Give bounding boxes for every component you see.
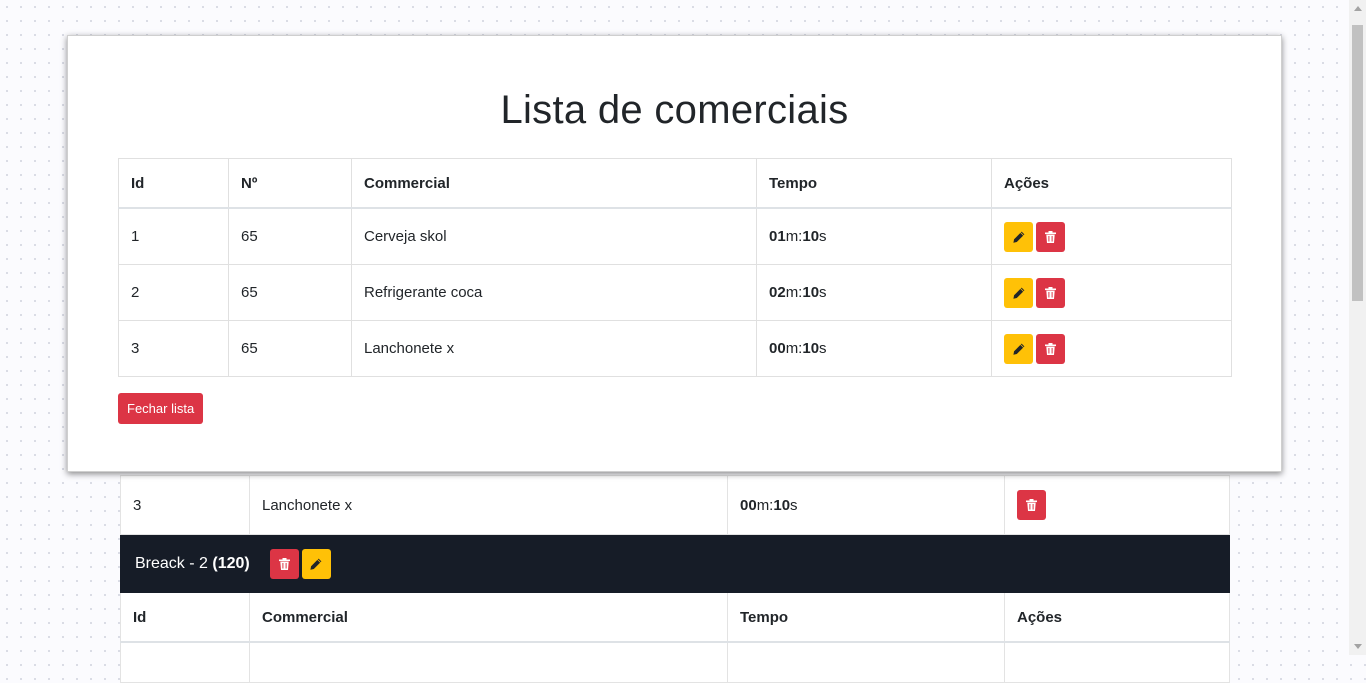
pencil-icon	[1012, 287, 1024, 299]
table-row: 3 Lanchonete x 00m:10s	[120, 475, 1230, 535]
edit-button[interactable]	[1004, 333, 1033, 364]
row-tempo: 00m:10s	[727, 475, 1005, 535]
delete-button[interactable]	[1036, 221, 1065, 252]
row-actions	[1004, 475, 1230, 535]
commercials-modal: Lista de comerciais Id Nº Commercial Tem…	[67, 35, 1282, 472]
cell-commercial: Lanchonete x	[351, 320, 757, 377]
cell-numero: 65	[228, 320, 352, 377]
trash-icon	[1045, 286, 1056, 299]
cell-id: 1	[118, 207, 229, 265]
scroll-down-arrow-icon[interactable]	[1349, 638, 1366, 655]
cell-actions	[991, 207, 1232, 265]
column-header-tempo: Tempo	[727, 592, 1005, 643]
column-header-id: Id	[120, 592, 250, 643]
break-label: Breack - 2 (120)	[135, 555, 250, 572]
table-row: 1 65 Cerveja skol 01m:10s	[118, 207, 1232, 265]
edit-break-button[interactable]	[301, 549, 331, 579]
cell-numero: 65	[228, 264, 352, 321]
trash-icon	[1045, 230, 1056, 243]
column-header-commercial: Commercial	[249, 592, 728, 643]
break-header-bar: Breack - 2 (120)	[120, 535, 1230, 593]
pencil-icon	[310, 558, 322, 570]
cell-tempo: 01m:10s	[756, 207, 992, 265]
row-id: 3	[120, 475, 250, 535]
table-row: 3 65 Lanchonete x 00m:10s	[118, 320, 1232, 377]
table-row: 2 65 Refrigerante coca 02m:10s	[118, 264, 1232, 321]
column-header-numero: Nº	[228, 158, 352, 209]
cell-numero: 65	[228, 207, 352, 265]
delete-break-button[interactable]	[269, 549, 299, 579]
cell-commercial: Cerveja skol	[351, 207, 757, 265]
table-header-row: Id Nº Commercial Tempo Ações	[118, 158, 1232, 209]
delete-button[interactable]	[1017, 490, 1046, 520]
modal-title: Lista de comerciais	[500, 88, 849, 132]
delete-button[interactable]	[1036, 277, 1065, 308]
row-commercial: Lanchonete x	[249, 475, 728, 535]
cell-tempo: 00m:10s	[756, 320, 992, 377]
trash-icon	[278, 558, 290, 570]
table-row	[120, 641, 1230, 683]
pencil-icon	[1012, 231, 1024, 243]
cell-id: 3	[118, 320, 229, 377]
commercials-table: Id Nº Commercial Tempo Ações 1 65 Cervej…	[118, 158, 1232, 377]
pencil-icon	[1012, 343, 1024, 355]
delete-button[interactable]	[1036, 333, 1065, 364]
background-table-header: Id Commercial Tempo Ações	[120, 592, 1230, 643]
edit-button[interactable]	[1004, 277, 1033, 308]
cell-actions	[991, 320, 1232, 377]
column-header-acoes: Ações	[1004, 592, 1230, 643]
scrollbar-thumb[interactable]	[1352, 25, 1363, 301]
cell-commercial: Refrigerante coca	[351, 264, 757, 321]
trash-icon	[1026, 499, 1037, 511]
cell-id: 2	[118, 264, 229, 321]
cell-actions	[991, 264, 1232, 321]
column-header-tempo: Tempo	[756, 158, 992, 209]
column-header-commercial: Commercial	[351, 158, 757, 209]
trash-icon	[1045, 342, 1056, 355]
page-scrollbar[interactable]	[1349, 0, 1366, 655]
edit-button[interactable]	[1004, 221, 1033, 252]
column-header-id: Id	[118, 158, 229, 209]
column-header-acoes: Ações	[991, 158, 1232, 209]
scroll-up-arrow-icon[interactable]	[1349, 0, 1366, 17]
cell-tempo: 02m:10s	[756, 264, 992, 321]
close-list-button[interactable]: Fechar lista	[118, 393, 204, 424]
